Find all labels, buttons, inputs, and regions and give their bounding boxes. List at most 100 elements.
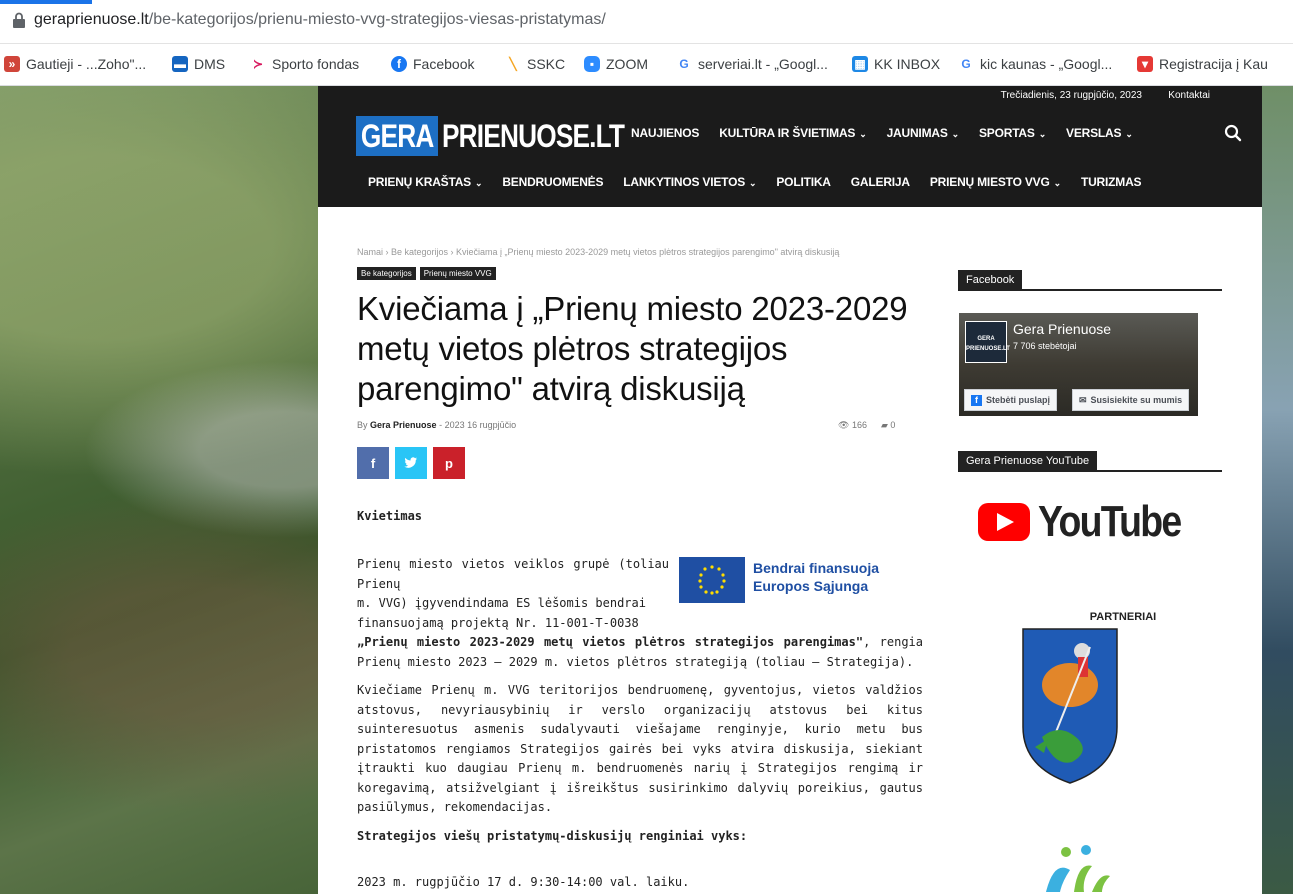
nav-sportas[interactable]: SPORTAS ⌄ — [979, 126, 1046, 140]
sporto-icon: ≻ — [252, 57, 264, 71]
nav-label: PRIENŲ MIESTO VVG — [929, 175, 1050, 189]
zoom-icon: ▪ — [584, 56, 600, 72]
site-topbar: Trečiadienis, 23 rugpjūčio, 2023 Kontakt… — [318, 86, 1262, 106]
bookmark-label: Registracija į Kau — [1159, 56, 1268, 72]
main-nav-row2: PRIENŲ KRAŠTAS ⌄ BENDRUOMENĖS LANKYTINOS … — [368, 175, 1142, 189]
kk-icon: ▦ — [852, 56, 868, 72]
nav-politika[interactable]: POLITIKA — [776, 175, 831, 189]
youtube-logo[interactable]: YouTube — [978, 497, 1206, 547]
bookmark-sskc[interactable]: ╲ SSKC — [505, 56, 565, 72]
fb-page-thumbnail[interactable]: GERA PRIENUOSE.LT — [965, 321, 1010, 363]
nav-label: PRIENŲ KRAŠTAS — [368, 175, 471, 189]
chevron-down-icon: ⌄ — [1053, 178, 1062, 188]
bookmark-serveriai[interactable]: Gserveriai.lt - „Googl... — [676, 56, 828, 72]
nav-galerija[interactable]: GALERIJA — [851, 175, 910, 189]
fb-follow-button[interactable]: f Stebėti puslapį — [964, 389, 1058, 411]
address-bar[interactable]: geraprienuose.lt/be-kategorijos/prienu-m… — [0, 0, 1293, 44]
url-text[interactable]: geraprienuose.lt/be-kategorijos/prienu-m… — [34, 11, 606, 29]
chevron-down-icon: ⌄ — [475, 178, 483, 188]
bookmark-registracija[interactable]: ▾ Registracija į Kau — [1137, 56, 1268, 72]
nav-turizmas[interactable]: TURIZMAS — [1080, 175, 1142, 189]
comment-icon: ▰ — [880, 420, 891, 430]
bookmark-kk-inbox[interactable]: ▦ KK INBOX — [852, 56, 940, 72]
bookmark-sporto-fondas[interactable]: ≻ Sporto fondas — [250, 56, 359, 72]
nav-label: GALERIJA — [850, 175, 910, 189]
share-buttons: f p — [357, 447, 465, 479]
breadcrumb[interactable]: Namai › Be kategorijos › Kviečiama į „Pr… — [357, 247, 839, 257]
article-title: Kviečiama į „Prienų miesto 2023-2029 met… — [357, 290, 908, 407]
bookmark-label: DMS — [194, 56, 226, 72]
bookmark-zoho[interactable]: » Gautieji - ...Zoho"... — [4, 56, 146, 72]
nav-lankytinos-vietos[interactable]: LANKYTINOS VIETOS ⌄ — [623, 175, 756, 189]
youtube-play-icon — [978, 503, 1030, 541]
google-icon: G — [679, 57, 689, 71]
twitter-share-icon — [404, 457, 417, 468]
p1-wrapped-lines: Prienų miesto vietos veiklos grupė (toli… — [357, 555, 669, 633]
dms-icon: ▬ — [172, 56, 188, 72]
nav-prienu-krastas[interactable]: PRIENŲ KRAŠTAS ⌄ — [368, 175, 483, 189]
category-tags: Be kategorijos Prienų miesto VVG — [357, 267, 496, 280]
bookmark-facebook[interactable]: f Facebook — [391, 56, 474, 72]
article-body: Kvietimas Prienų miesto vietos veiklos g… — [357, 507, 923, 889]
nav-label: POLITIKA — [776, 175, 831, 189]
nav-bendruomenes[interactable]: BENDRUOMENĖS — [502, 175, 603, 189]
partner-logo-icon[interactable] — [1040, 842, 1112, 894]
facebook-share-button[interactable]: f — [357, 447, 389, 479]
facebook-page-widget[interactable]: GERA PRIENUOSE.LT Gera Prienuose 7 706 s… — [959, 313, 1198, 416]
facebook-widget-heading: Facebook — [958, 270, 1222, 291]
nav-label: LANKYTINOS VIETOS — [623, 175, 746, 189]
url-domain: geraprienuose.lt — [34, 11, 149, 28]
search-icon[interactable] — [1224, 124, 1242, 142]
comments-value: 0 — [890, 420, 896, 430]
facebook-icon: f — [391, 56, 407, 72]
pinterest-share-button[interactable]: p — [433, 447, 465, 479]
bookmark-label: Sporto fondas — [272, 56, 360, 72]
chevron-down-icon: ⌄ — [749, 178, 757, 188]
site-logo[interactable]: GERA PRIENUOSE.LT — [356, 114, 665, 158]
nav-label: TURIZMAS — [1080, 175, 1142, 189]
article-date: 2023 16 rugpjūčio — [444, 420, 517, 430]
fb-contact-button[interactable]: ✉ Susisiekite su mumis — [1072, 389, 1190, 411]
nav-label: BENDRUOMENĖS — [502, 175, 604, 189]
nav-label: SPORTAS — [978, 126, 1035, 140]
comments-count[interactable]: ▰ 0 — [881, 420, 895, 431]
eu-text-line: Bendrai finansuoja — [753, 560, 880, 576]
article-subheading: Strategijos viešų pristatymų-diskusijų r… — [357, 829, 748, 843]
nav-label: KULTŪRA IR ŠVIETIMAS — [719, 126, 856, 140]
bookmark-dms[interactable]: ▬ DMS — [172, 56, 225, 72]
views-value: 166 — [851, 420, 867, 430]
topbar-contact-link[interactable]: Kontaktai — [1168, 90, 1210, 101]
prienai-coat-of-arms-icon[interactable] — [1020, 627, 1120, 785]
url-path: /be-kategorijos/prienu-miesto-vvg-strate… — [148, 11, 606, 28]
category-tag[interactable]: Prienų miesto VVG — [419, 267, 496, 280]
widget-heading-label: Facebook — [958, 270, 1023, 291]
p1-line: Prienų miesto vietos veiklos grupė (toli… — [357, 557, 669, 591]
bookmark-zoom[interactable]: ▪ ZOOM — [584, 56, 648, 72]
eu-flag-icon — [679, 557, 745, 603]
eu-text-line: Europos Sąjunga — [753, 578, 869, 594]
bookmark-kic-kaunas[interactable]: Gkic kaunas - „Googl... — [958, 56, 1112, 72]
bookmark-label: SSKC — [527, 56, 566, 72]
nav-naujienos[interactable]: NAUJIENOS — [631, 126, 699, 140]
chevron-down-icon: ⌄ — [1125, 129, 1133, 139]
nav-prienu-miesto-vvg[interactable]: PRIENŲ MIESTO VVG ⌄ — [930, 175, 1061, 189]
author-link[interactable]: Gera Prienuose — [370, 420, 437, 430]
lock-icon[interactable] — [12, 12, 26, 28]
nav-kultura[interactable]: KULTŪRA IR ŠVIETIMAS ⌄ — [719, 126, 867, 140]
google-icon: G — [961, 57, 971, 71]
p1-line: finansuojamą projektą Nr. 11-001-T-0038 — [357, 615, 639, 630]
nav-label: NAUJIENOS — [631, 126, 700, 140]
fb-page-name[interactable]: Gera Prienuose — [1013, 321, 1111, 337]
logo-prienuose: PRIENUOSE.LT — [442, 118, 625, 154]
nav-verslas[interactable]: VERSLAS ⌄ — [1066, 126, 1133, 140]
partners-label: PARTNERIAI — [1089, 611, 1157, 623]
eu-funding-text: Bendrai finansuoja Europos Sąjunga — [753, 559, 879, 595]
eye-icon: 👁 — [838, 420, 852, 430]
chevron-down-icon: ⌄ — [859, 129, 867, 139]
nav-jaunimas[interactable]: JAUNIMAS ⌄ — [887, 126, 960, 140]
bookmark-label: ZOOM — [606, 56, 648, 72]
twitter-share-button[interactable] — [395, 447, 427, 479]
paragraph-3: 2023 m. rugpjūčio 17 d. 9:30-14:00 val. … — [357, 875, 690, 889]
bookmark-label: kic kaunas - „Googl... — [980, 56, 1113, 72]
category-tag[interactable]: Be kategorijos — [357, 267, 416, 280]
